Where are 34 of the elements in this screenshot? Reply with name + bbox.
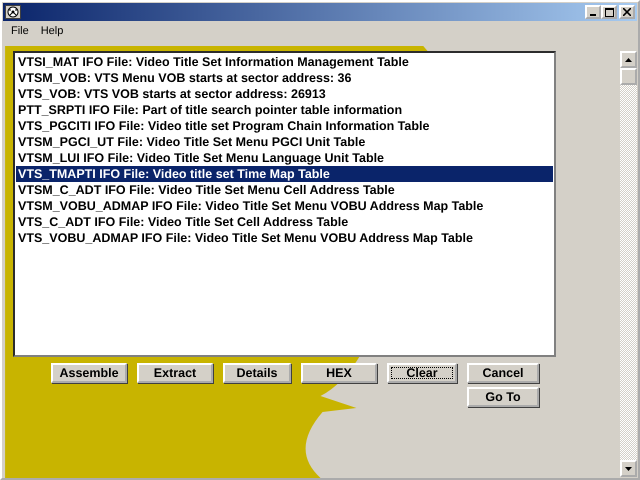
dialog-button[interactable]: Cancel [467, 363, 539, 383]
maximize-icon [604, 8, 614, 16]
list-item[interactable]: VTS_VOBU_ADMAP IFO File: Video Title Set Menu VOBU Address Map Table [16, 230, 553, 246]
maximize-button[interactable] [601, 5, 617, 19]
dialog-button[interactable]: Clear [387, 363, 457, 383]
list-item[interactable]: VTS_TMAPTI IFO File: Video title set Time Map Table [16, 166, 553, 182]
list-item[interactable]: VTSM_PGCI_UT File: Video Title Set Menu PGCI Unit Table [16, 134, 553, 150]
list-box[interactable] [13, 51, 556, 357]
list-item[interactable]: VTSM_LUI IFO File: Video Title Set Menu Language Unit Table [16, 150, 553, 166]
list-item[interactable]: VTSM_VOBU_ADMAP IFO File: Video Title Set Menu VOBU Address Map Table [16, 198, 553, 214]
list-item[interactable]: VTSM_C_ADT IFO File: Video Title Set Menu Cell Address Table [16, 182, 553, 198]
down-arrow-icon [625, 466, 632, 470]
scrollbar[interactable] [620, 51, 637, 477]
menu-item[interactable]: File [5, 25, 35, 37]
list-item[interactable]: VTS_C_ADT IFO File: Video Title Set Cell Address Table [16, 214, 553, 230]
list-item[interactable]: VTS_VOB: VTS VOB starts at sector address: 26913 [16, 86, 553, 102]
list-item[interactable]: VTSI_MAT IFO File: Video Title Set Information Management Table [16, 54, 553, 70]
dialog-button[interactable]: Assemble [51, 363, 127, 383]
close-button[interactable] [619, 5, 635, 19]
minimize-button[interactable] [585, 5, 601, 19]
menu-item[interactable]: Help [34, 25, 70, 37]
list-item[interactable]: VTSM_VOB: VTS Menu VOB starts at sector address: 36 [16, 70, 553, 86]
close-icon [623, 8, 631, 16]
list-item[interactable]: PTT_SRPTI IFO File: Part of title search pointer table information [16, 102, 553, 118]
dialog-button[interactable]: HEX [301, 363, 377, 383]
dialog-button[interactable]: Details [223, 363, 291, 383]
list-item[interactable]: VTS_PGCITI IFO File: Video title set Program Chain Information Table [16, 118, 553, 134]
scroll-up-button[interactable] [620, 51, 637, 68]
scroll-thumb[interactable] [620, 68, 637, 85]
up-arrow-icon [625, 58, 632, 62]
scroll-down-button[interactable] [620, 460, 637, 477]
app-icon [5, 5, 21, 19]
dialog-button[interactable]: Extract [137, 363, 213, 383]
dialog-button[interactable]: Go To [467, 387, 539, 407]
